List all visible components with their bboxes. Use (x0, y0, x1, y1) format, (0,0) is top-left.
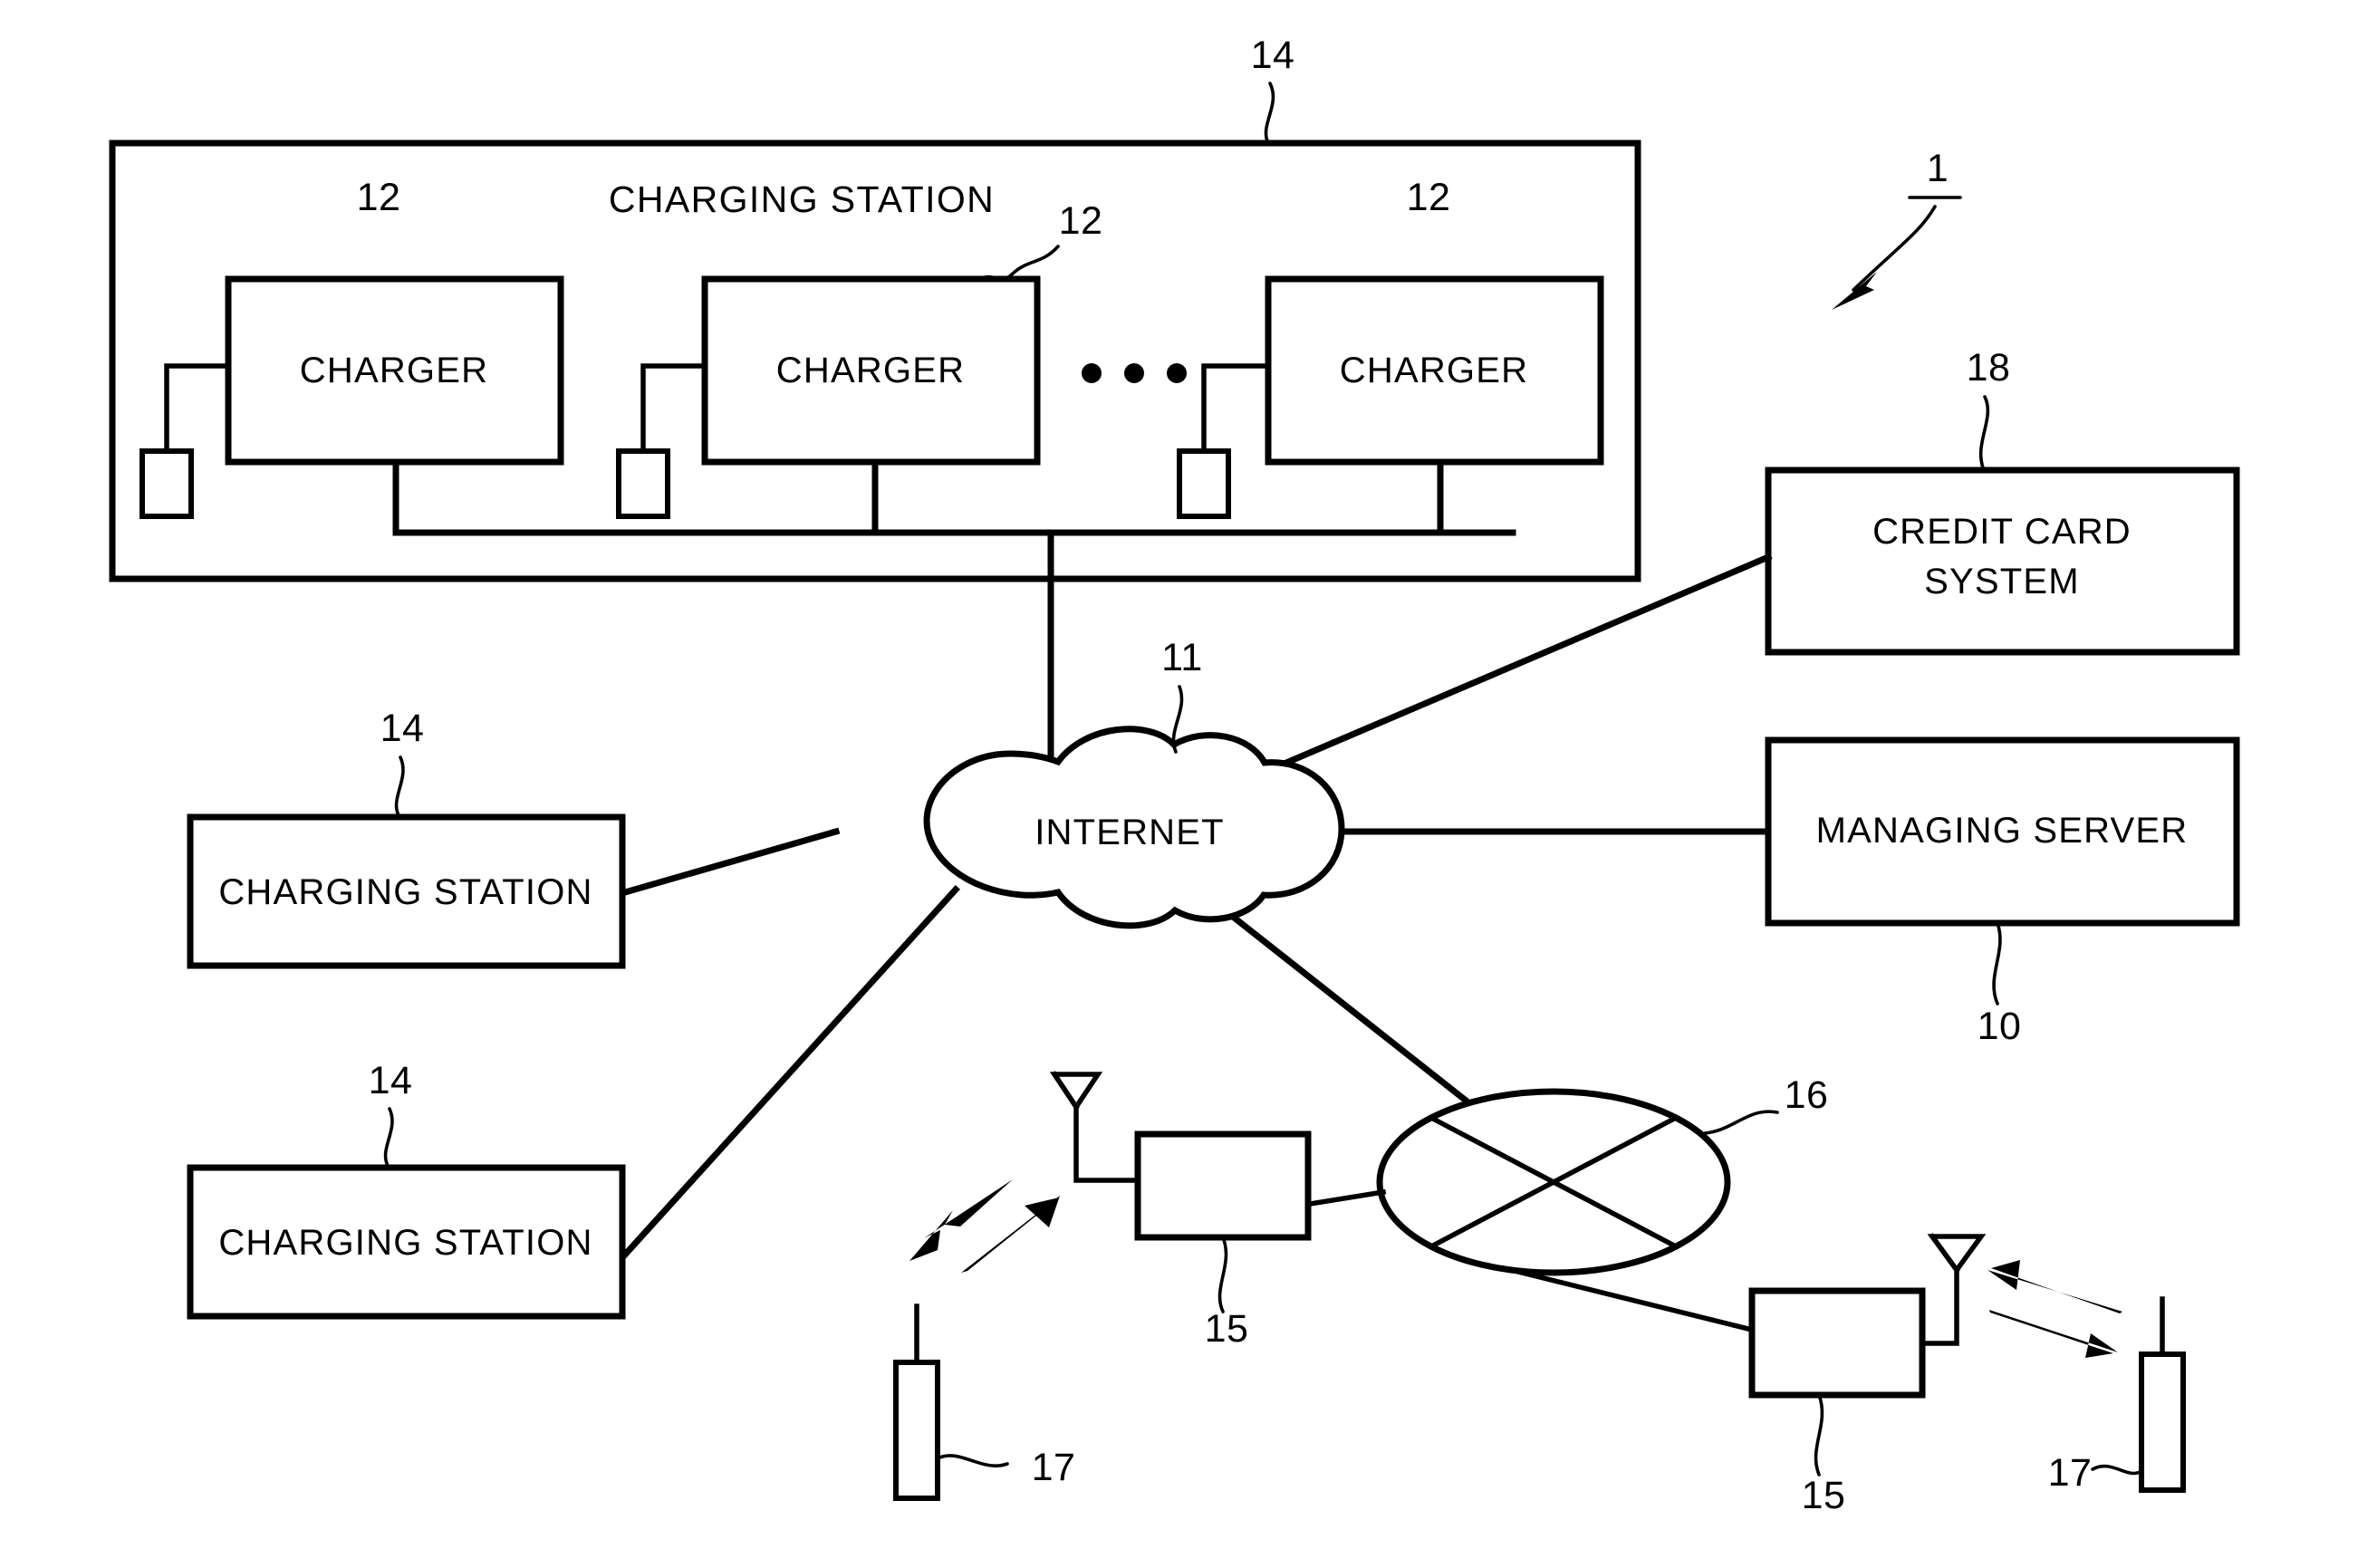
leader-14-left-lower (383, 1107, 394, 1169)
leader-15-right (1814, 1393, 1824, 1477)
ellipsis-dot-1 (1082, 363, 1102, 383)
cloud-to-credit-card-link (1282, 553, 1773, 767)
base-station-right-antenna-mast (1920, 1267, 1959, 1346)
charger-label-1: CHARGER (300, 351, 488, 390)
ref-label-17-right: 17 (2048, 1451, 2093, 1495)
ref-label-10: 10 (1978, 1005, 2022, 1048)
ref-label-14-main: 14 (1251, 34, 1295, 77)
charging-station-label-left-upper: CHARGING STATION (218, 872, 592, 912)
cloud-to-wireless-core-link (1194, 885, 1516, 1141)
charger-label-3: CHARGER (1340, 351, 1528, 390)
base-station-right-antenna-icon (1927, 1234, 1987, 1275)
mobile-terminal-box-left (893, 1360, 940, 1501)
managing-server-label: MANAGING SERVER (1816, 811, 2189, 851)
leader-17-left (936, 1454, 1009, 1467)
leader-15-left (1217, 1236, 1228, 1313)
internet-cloud-label: INTERNET (1035, 813, 1225, 852)
leader-14-left-upper (394, 755, 405, 819)
ref-label-14-left-lower: 14 (369, 1059, 413, 1102)
main-station-title: CHARGING STATION (609, 178, 995, 220)
ref-label-17-left: 17 (1032, 1446, 1076, 1489)
patent-figure: CHARGER CHARGER CHARGER CHARGING STATION… (0, 0, 2377, 1568)
leader-10 (1992, 921, 2002, 1005)
base-station-left-antenna-fin (1051, 1071, 1080, 1111)
ref-label-16: 16 (1785, 1073, 1829, 1117)
credit-card-system-label-line2: SYSTEM (1924, 562, 2080, 601)
core-to-base-station-left-link (1301, 1188, 1387, 1208)
base-station-right-antenna-fin (1929, 1233, 1960, 1274)
charger3-connector (1177, 448, 1231, 519)
leader-1-system (1852, 205, 1937, 292)
base-station-box-right (1748, 1287, 1926, 1399)
leader-14-main (1264, 82, 1275, 145)
ref-label-15-left: 15 (1205, 1307, 1249, 1351)
ref-label-1-system: 1 (1927, 147, 1949, 190)
charger-label-2: CHARGER (776, 351, 965, 390)
leader-17-right (2091, 1464, 2143, 1476)
base-station-left-antenna-mast (1073, 1104, 1140, 1183)
core-to-base-station-right-link (1500, 1265, 1756, 1333)
ref-label-15-right: 15 (1802, 1474, 1846, 1517)
ref-label-12-left: 12 (357, 176, 401, 219)
ref-label-12-center: 12 (1059, 199, 1103, 243)
base-station-left-antenna-icon (1049, 1072, 1103, 1111)
ref-label-14-left-upper: 14 (380, 707, 425, 750)
diagram-canvas: CHARGER CHARGER CHARGER CHARGING STATION… (109, 34, 2240, 1517)
radio-link-left-arrow-downleft (909, 1179, 1013, 1261)
ref-label-12-right: 12 (1407, 176, 1451, 219)
cloud-to-station-left-upper-link (621, 827, 841, 897)
ellipsis-dot-2 (1124, 363, 1144, 383)
ellipsis-dot-3 (1167, 363, 1187, 383)
ref-1-arrowhead (1832, 272, 1877, 310)
charger2-connector (616, 448, 670, 519)
charger1-connector (140, 448, 194, 519)
credit-card-system-label-line1: CREDIT CARD (1872, 512, 2132, 552)
radio-link-right-arrow-left (1987, 1260, 2122, 1313)
charging-station-label-left-lower: CHARGING STATION (218, 1223, 592, 1263)
leader-16 (1703, 1110, 1779, 1135)
ref-label-11: 11 (1161, 636, 1203, 679)
radio-link-right-arrow-right (1989, 1310, 2118, 1358)
mobile-terminal-box-right (2139, 1352, 2186, 1493)
ref-label-18: 18 (1967, 346, 2011, 390)
cloud-to-station-left-lower-link (621, 885, 960, 1259)
leader-18 (1978, 395, 1990, 472)
base-station-box-left (1134, 1130, 1312, 1241)
